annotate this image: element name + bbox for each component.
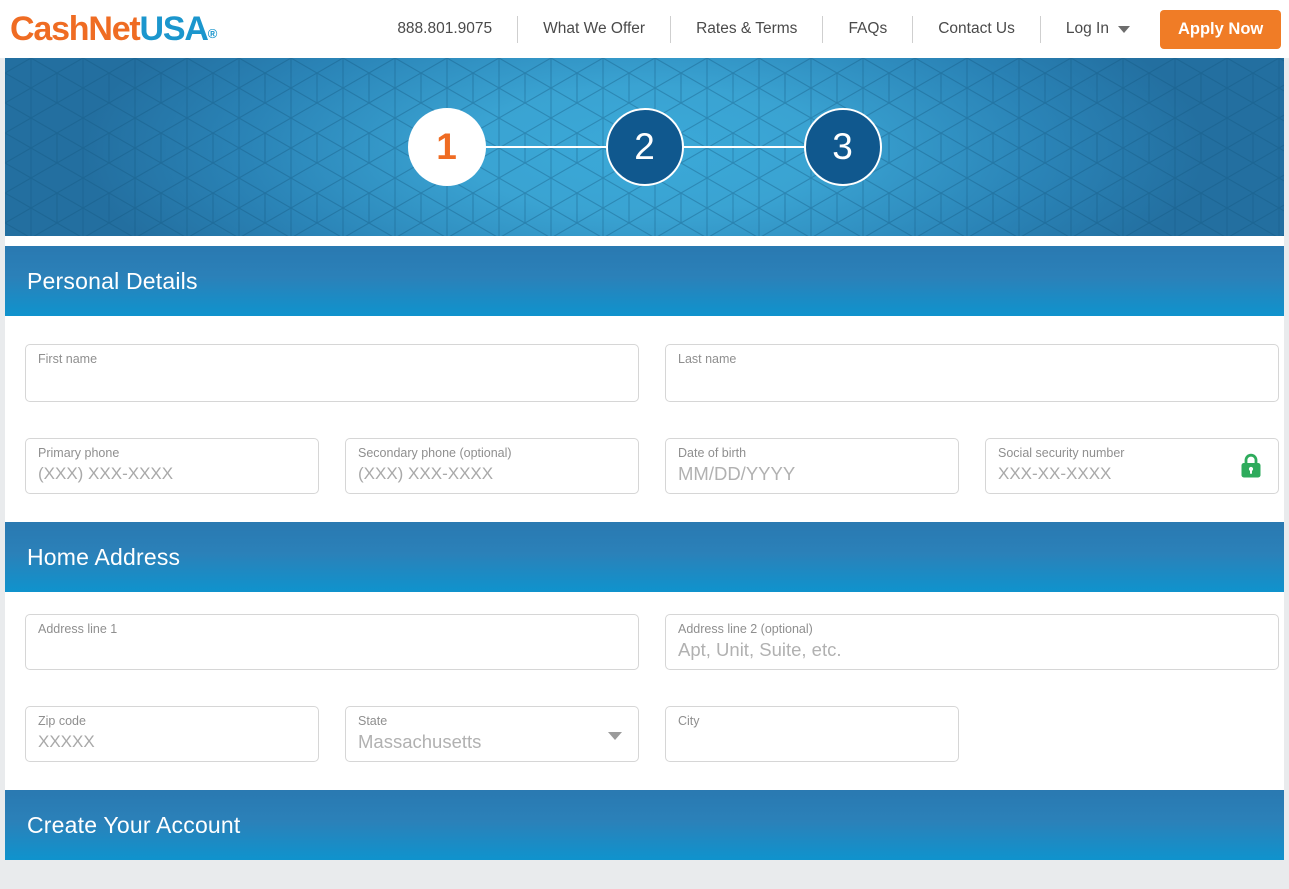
ssn-placeholder: XXX-XX-XXXX <box>998 464 1112 483</box>
primary-phone-label: Primary phone <box>38 446 120 460</box>
address-line-2-label: Address line 2 (optional) <box>678 622 813 636</box>
date-of-birth-placeholder: MM/DD/YYYY <box>678 463 796 484</box>
ssn-label: Social security number <box>998 446 1125 460</box>
date-of-birth-label: Date of birth <box>678 446 747 460</box>
login-label: Log In <box>1065 20 1109 38</box>
address-line-2-placeholder: Apt, Unit, Suite, etc. <box>678 639 842 660</box>
step-connector-1-2 <box>483 146 608 148</box>
row-spacer <box>25 402 1264 438</box>
zip-code-placeholder: XXXXX <box>38 732 95 751</box>
logo-cashnet-text: CashNet <box>10 10 141 48</box>
form-top-spacer <box>25 592 1264 614</box>
application-page: CashNetUSA® 888.801.9075 What We Offer R… <box>0 0 1289 860</box>
personal-details-form: First name Last name Primary phone (XXX)… <box>5 316 1284 522</box>
address-row: Address line 1 Address line 2 (optional)… <box>25 614 1279 670</box>
step-2[interactable]: 2 <box>605 108 684 186</box>
first-name-label: First name <box>38 352 98 366</box>
form-bottom-spacer <box>25 494 1264 522</box>
form-bottom-spacer <box>25 762 1264 790</box>
last-name-label: Last name <box>678 352 737 366</box>
secondary-phone-field[interactable]: Secondary phone (optional) (XXX) XXX-XXX… <box>345 438 639 494</box>
progress-banner: 1 2 3 <box>5 58 1284 236</box>
step-3[interactable]: 3 <box>803 108 882 186</box>
address-line-1-field[interactable]: Address line 1 <box>25 614 639 670</box>
top-navigation-bar: CashNetUSA® 888.801.9075 What We Offer R… <box>0 0 1289 58</box>
step-1-number: 1 <box>436 126 457 167</box>
city-label: City <box>678 714 700 728</box>
state-label: State <box>358 714 388 728</box>
state-select-field[interactable]: State Massachusetts <box>345 706 639 762</box>
chevron-down-icon <box>1117 25 1130 33</box>
section-header-create-your-account: Create Your Account <box>5 790 1284 860</box>
form-top-spacer <box>25 316 1264 344</box>
zip-code-field[interactable]: Zip code XXXXX <box>25 706 319 762</box>
section-header-personal-details: Personal Details <box>5 246 1284 316</box>
step-indicator: 1 2 3 <box>5 58 1284 236</box>
step-3-number: 3 <box>832 126 853 167</box>
contact-row: Primary phone (XXX) XXX-XXXX Secondary p… <box>25 438 1279 494</box>
row-spacer <box>25 670 1264 706</box>
nav-phone-number[interactable]: 888.801.9075 <box>372 21 517 37</box>
logo-registered-mark: ® <box>207 26 218 41</box>
step-2-number: 2 <box>634 126 655 167</box>
apply-now-button[interactable]: Apply Now <box>1159 9 1282 49</box>
nav-item-faqs[interactable]: FAQs <box>823 21 912 37</box>
secondary-phone-label: Secondary phone (optional) <box>358 446 512 460</box>
section-title: Home Address <box>27 543 181 570</box>
page-content: 1 2 3 Personal Details First name Last n… <box>5 58 1284 860</box>
state-selected-value: Massachusetts <box>358 731 482 752</box>
last-name-field[interactable]: Last name <box>665 344 1279 402</box>
primary-phone-placeholder: (XXX) XXX-XXXX <box>38 464 174 483</box>
date-of-birth-field[interactable]: Date of birth MM/DD/YYYY <box>665 438 959 494</box>
site-logo[interactable]: CashNetUSA® <box>10 12 217 46</box>
section-title: Create Your Account <box>27 811 241 838</box>
address-line-2-field[interactable]: Address line 2 (optional) Apt, Unit, Sui… <box>665 614 1279 670</box>
nav-links: 888.801.9075 What We Offer Rates & Terms… <box>372 0 1282 58</box>
nav-item-rates-terms[interactable]: Rates & Terms <box>671 21 822 37</box>
first-name-field[interactable]: First name <box>25 344 639 402</box>
chevron-down-icon[interactable] <box>608 732 622 740</box>
section-title: Personal Details <box>27 267 198 294</box>
secondary-phone-placeholder: (XXX) XXX-XXXX <box>358 464 494 483</box>
address-line-1-label: Address line 1 <box>38 622 118 636</box>
banner-section-gap <box>5 236 1284 246</box>
primary-phone-field[interactable]: Primary phone (XXX) XXX-XXXX <box>25 438 319 494</box>
logo-usa-text: USA <box>139 10 209 48</box>
login-menu[interactable]: Log In <box>1041 21 1152 37</box>
city-field[interactable]: City <box>665 706 959 762</box>
nav-item-contact-us[interactable]: Contact Us <box>913 21 1040 37</box>
city-state-zip-row: Zip code XXXXX State Massachusetts City <box>25 706 1264 762</box>
lock-icon <box>1241 453 1261 478</box>
step-1[interactable]: 1 <box>407 108 486 186</box>
section-header-home-address: Home Address <box>5 522 1284 592</box>
ssn-field[interactable]: Social security number XXX-XX-XXXX <box>985 438 1279 494</box>
zip-code-label: Zip code <box>38 714 86 728</box>
home-address-form: Address line 1 Address line 2 (optional)… <box>5 592 1284 790</box>
step-connector-2-3 <box>681 146 806 148</box>
name-row: First name Last name <box>25 344 1279 402</box>
nav-item-what-we-offer[interactable]: What We Offer <box>518 21 670 37</box>
